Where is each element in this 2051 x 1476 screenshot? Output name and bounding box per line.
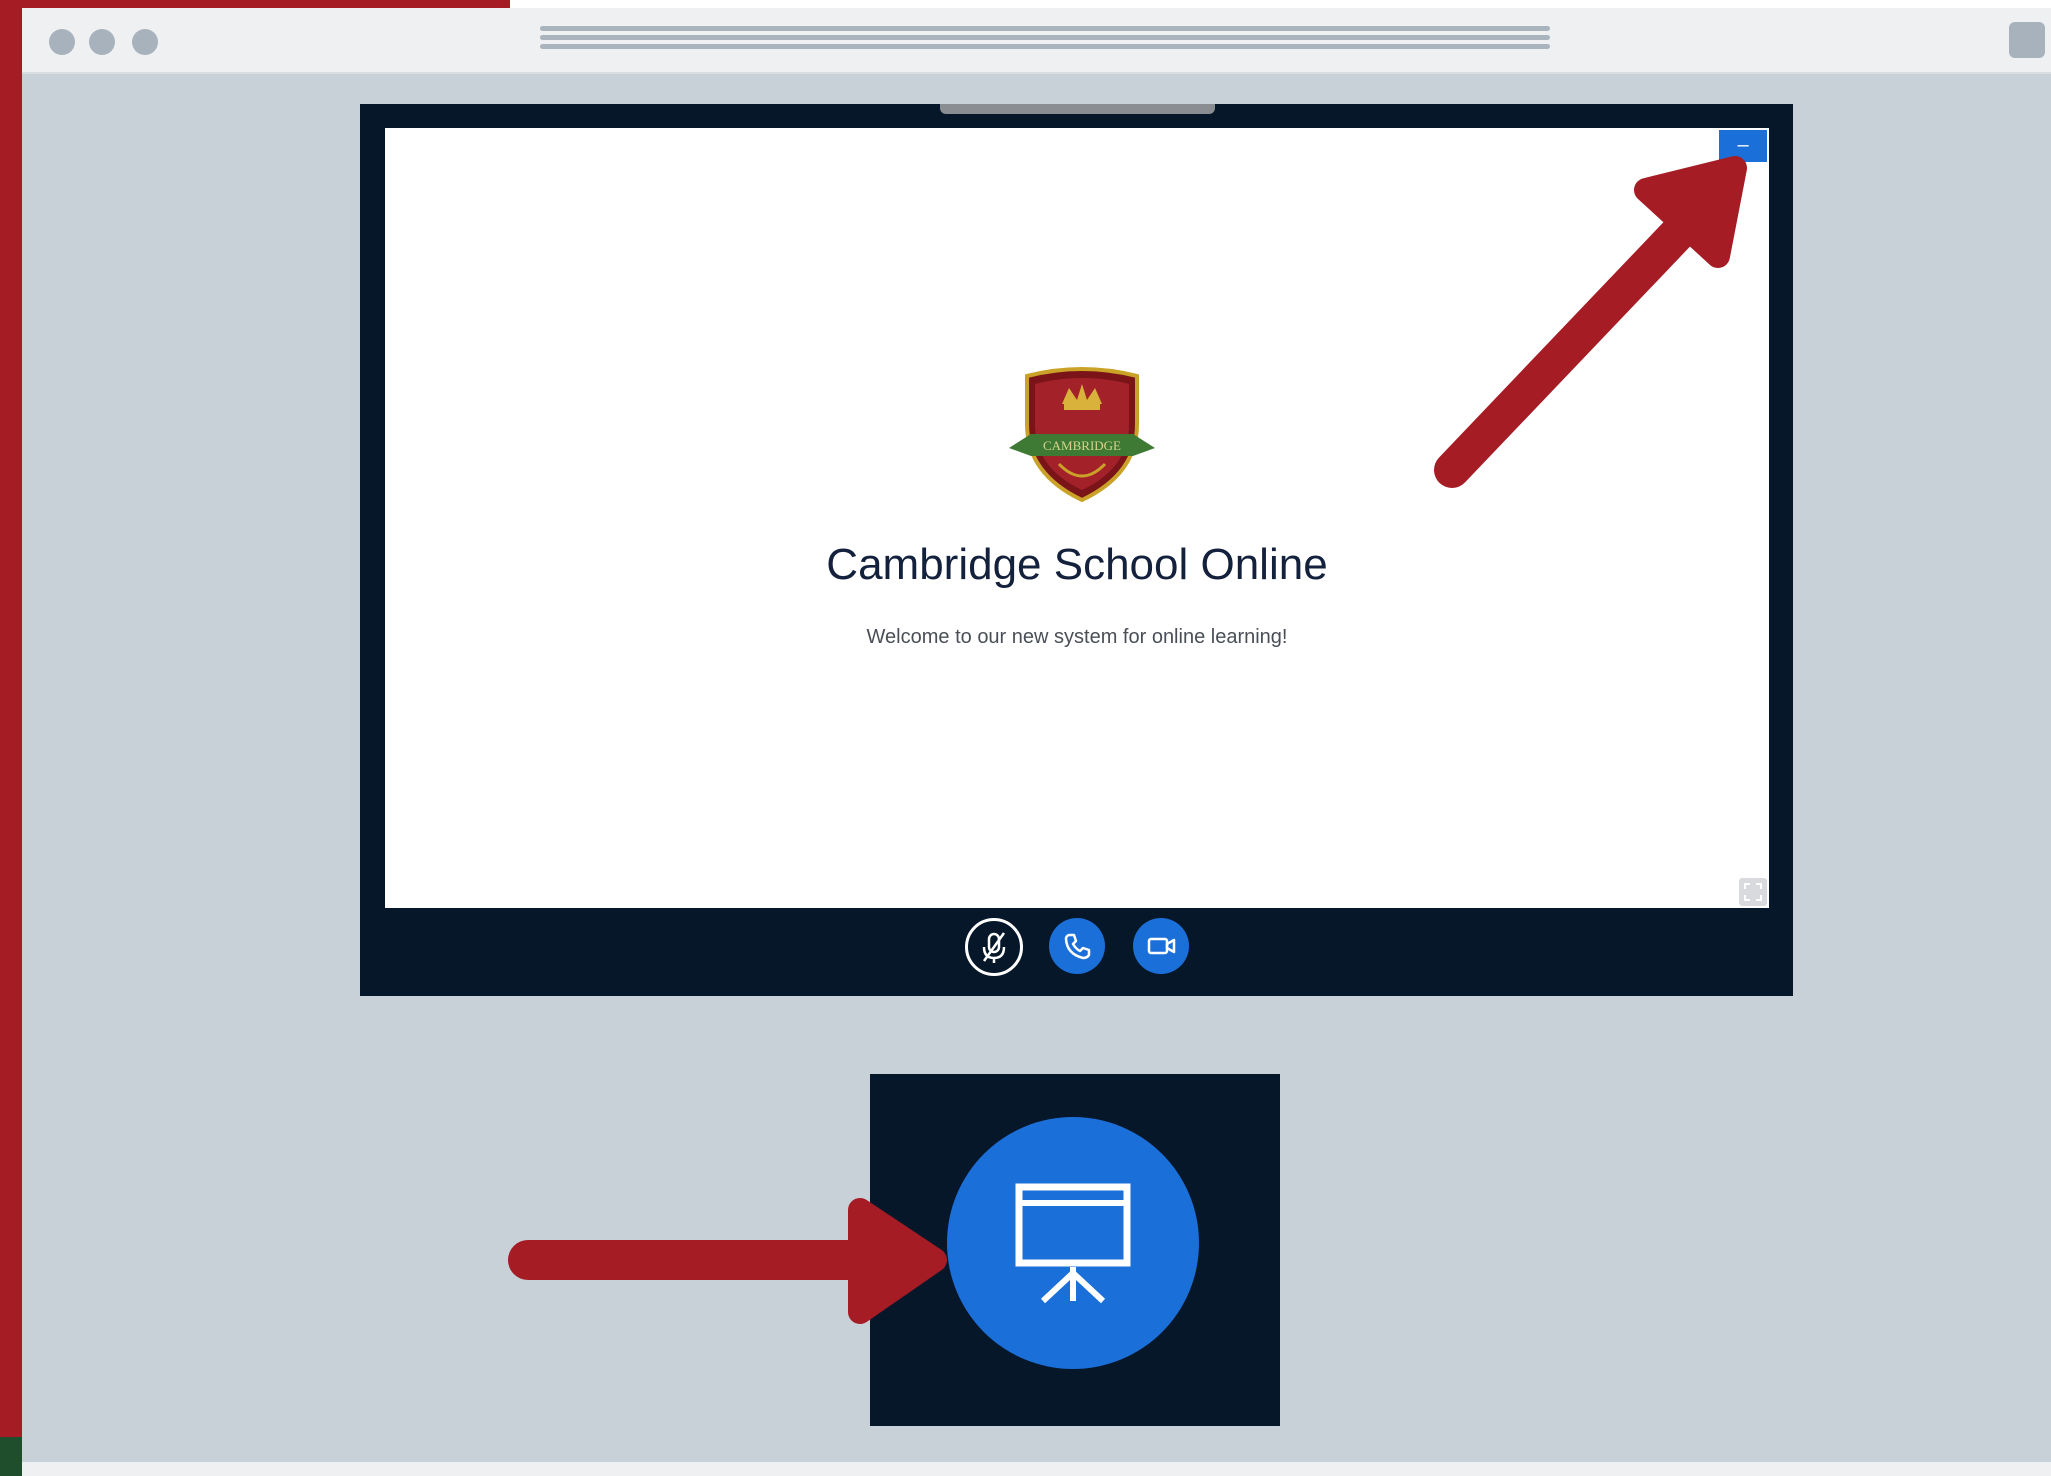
share-webcam-button[interactable]: [1133, 918, 1189, 974]
muted-microphone-icon: [982, 932, 1006, 963]
browser-titlebar: [22, 8, 2051, 74]
mute-microphone-button[interactable]: [965, 918, 1023, 976]
minimize-presentation-button[interactable]: –: [1719, 130, 1767, 162]
slide-title: Cambridge School Online: [826, 540, 1328, 589]
webcam-dock-tab[interactable]: [940, 104, 1215, 114]
browser-menu-button[interactable]: [2009, 22, 2045, 58]
media-controls-bar: [360, 918, 1793, 976]
presentation-icon: [1015, 1183, 1131, 1304]
presentation-slide: CAMBRIDGE Cambridge School Online Welcom…: [385, 128, 1769, 908]
left-accent-strip: [0, 0, 22, 1476]
window-zoom-dot[interactable]: [132, 29, 158, 55]
svg-text:CAMBRIDGE: CAMBRIDGE: [1043, 438, 1121, 453]
slide-subtitle: Welcome to our new system for online lea…: [866, 626, 1288, 648]
zoomed-button-callout: [870, 1074, 1280, 1426]
phone-icon: [1064, 933, 1091, 960]
presentation-button[interactable]: [947, 1117, 1199, 1369]
address-bar-line: [540, 35, 1550, 40]
video-camera-icon: [1147, 937, 1176, 955]
address-bar-line: [540, 44, 1550, 49]
school-crest-logo: CAMBRIDGE: [1009, 367, 1155, 503]
window-close-dot[interactable]: [49, 29, 75, 55]
fullscreen-icon[interactable]: [1739, 878, 1767, 906]
address-bar-line: [540, 26, 1550, 31]
browser-bottom-bar: [22, 1462, 2051, 1476]
window-minimize-dot[interactable]: [89, 29, 115, 55]
left-accent-strip-green: [0, 1437, 22, 1476]
leave-audio-button[interactable]: [1049, 918, 1105, 974]
conference-window: CAMBRIDGE Cambridge School Online Welcom…: [360, 104, 1793, 996]
